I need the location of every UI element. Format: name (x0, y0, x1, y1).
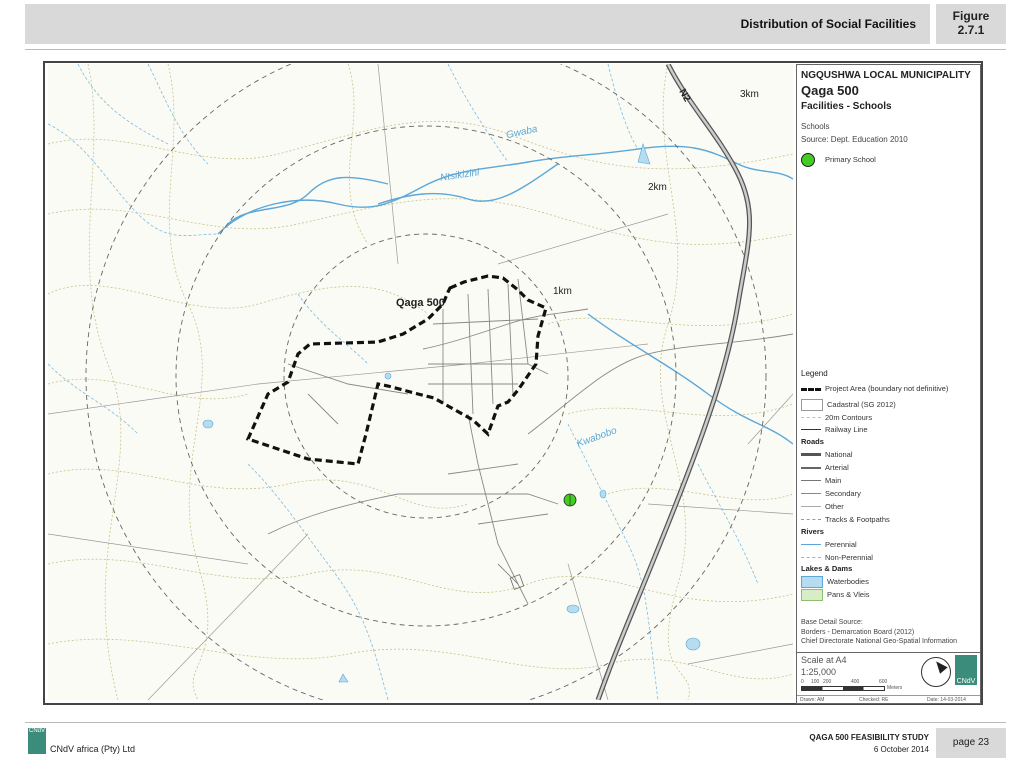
legend-other: Other (801, 501, 844, 512)
legend-perennial: Perennial (801, 539, 857, 550)
settlement-roads (267, 278, 793, 605)
scale-ratio: 1:25,000 (801, 667, 837, 677)
scale-label: Scale at A4 (801, 655, 847, 665)
header-bar: Distribution of Social Facilities (25, 4, 930, 44)
legend-tracks: Tracks & Footpaths (801, 514, 890, 525)
legend-pans: Pans & Vleis (801, 588, 870, 601)
legend-project-area: Project Area (boundary not definitive) (801, 383, 948, 394)
page-number: page 23 (936, 728, 1006, 758)
figure-label: Figure (952, 9, 990, 23)
scale-bar (801, 686, 885, 691)
legend-main: Main (801, 475, 841, 486)
legend-contours: 20m Contours (801, 412, 872, 423)
legend-arterial: Arterial (801, 462, 849, 473)
footer-divider (25, 722, 1006, 723)
legend-secondary: Secondary (801, 488, 861, 499)
distance-rings (85, 64, 767, 700)
legend-national: National (801, 449, 853, 460)
base-source-title: Base Detail Source: (801, 619, 863, 626)
page-title: Distribution of Social Facilities (740, 17, 916, 31)
legend-roads-heading: Roads (801, 437, 824, 446)
school-marker-icon (801, 152, 815, 167)
legend-lakes-heading: Lakes & Dams (801, 564, 853, 573)
legend-railway: Railway Line (801, 424, 868, 435)
scale-unit: Meters (887, 685, 903, 691)
base-source-line-1: Borders - Demarcation Board (2012) (801, 629, 915, 636)
legend-title: Legend (801, 369, 828, 378)
map-canvas: N2 3km 2km 1km Qaga 500 Gwaba Ntsikizini… (48, 64, 793, 700)
ring-3km-label: 3km (740, 89, 759, 100)
north-arrow-icon (921, 657, 951, 687)
ring-2km-label: 2km (648, 182, 667, 193)
legend-cadastral: Cadastral (SG 2012) (801, 398, 896, 411)
base-source-line-2: Chief Directorate National Geo-Spatial I… (801, 638, 958, 645)
project-name-label: Qaga 500 (396, 297, 445, 309)
non-perennial-rivers (48, 64, 759, 700)
map-info-panel: NGQUSHWA LOCAL MUNICIPALITY Qaga 500 Fac… (796, 64, 981, 702)
map-svg (48, 64, 793, 700)
footer-logo: CNdV (28, 728, 46, 754)
cadastral-lines (48, 64, 793, 700)
legend-waterbodies: Waterbodies (801, 575, 869, 588)
company-name: CNdV africa (Pty) Ltd (50, 744, 136, 754)
ring-1km-label: 1km (553, 286, 572, 297)
scale-box: Scale at A4 1:25,000 0 100 200 400 600 M… (796, 652, 981, 704)
study-title: QAGA 500 FEASIBILITY STUDY (809, 733, 929, 742)
cndv-logo: CNdV (955, 655, 977, 685)
legend-rivers-heading: Rivers (801, 527, 824, 536)
legend-non-perennial: Non-Perennial (801, 552, 873, 563)
schools-heading: Schools (801, 122, 830, 131)
figure-number: 2.7.1 (957, 23, 985, 37)
contour-lines (48, 64, 793, 700)
map-subtitle: Facilities - Schools (801, 101, 892, 112)
footer-date: 6 October 2014 (873, 745, 929, 754)
perennial-rivers (217, 145, 793, 445)
municipality-title: NGQUSHWA LOCAL MUNICIPALITY (801, 70, 971, 81)
legend-primary-school: Primary School (801, 152, 876, 167)
schools-source: Source: Dept. Education 2010 (801, 135, 908, 144)
figure-number-box: Figure 2.7.1 (936, 4, 1006, 44)
header-divider (25, 49, 1006, 50)
project-title: Qaga 500 (801, 83, 859, 98)
drawing-credits: Drawn: AM Checked: RE Date: 14-03-2014 (797, 695, 980, 704)
